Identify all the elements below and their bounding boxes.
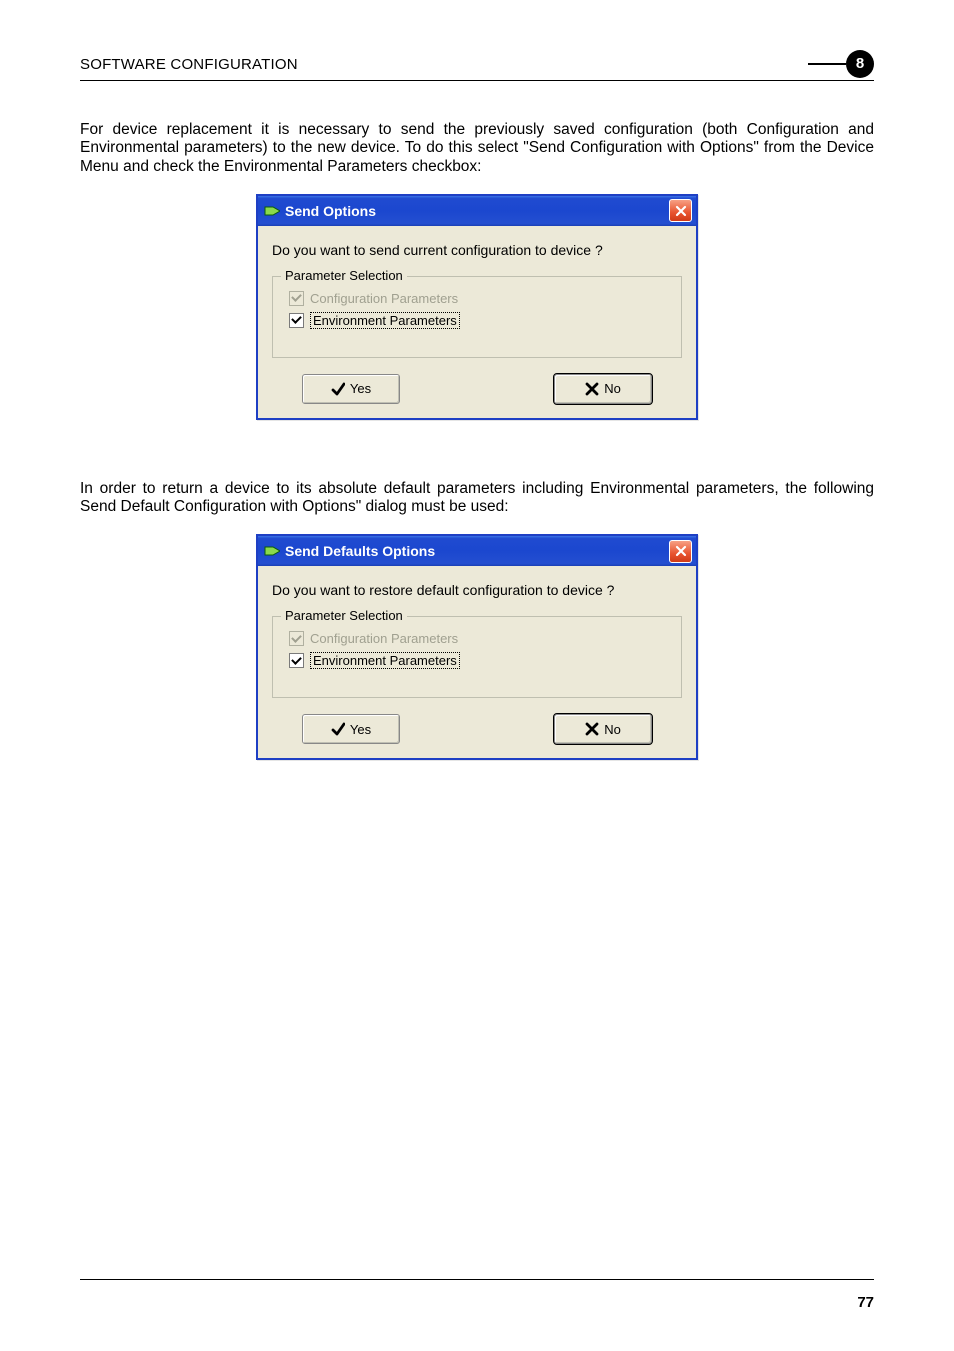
config-parameters-checkbox-row: Configuration Parameters xyxy=(289,291,671,306)
cross-icon xyxy=(585,722,599,736)
dialog1-buttons: Yes No xyxy=(272,374,682,404)
environment-parameters-checkbox[interactable] xyxy=(289,653,304,668)
group-legend: Parameter Selection xyxy=(281,608,407,623)
close-icon xyxy=(675,545,687,557)
no-button[interactable]: No xyxy=(554,374,652,404)
document-page: SOFTWARE CONFIGURATION 8 For device repl… xyxy=(0,0,954,1351)
yes-label: Yes xyxy=(350,722,371,737)
badge-connector-line xyxy=(808,63,846,65)
group-legend: Parameter Selection xyxy=(281,268,407,283)
checkmark-icon xyxy=(331,382,345,396)
dialog1-title: Send Options xyxy=(285,203,376,219)
page-header: SOFTWARE CONFIGURATION 8 xyxy=(80,50,874,81)
config-parameters-checkbox xyxy=(289,291,304,306)
chapter-number: 8 xyxy=(846,50,874,78)
paragraph-1: For device replacement it is necessary t… xyxy=(80,121,874,176)
page-footer: 77 xyxy=(80,1279,874,1311)
parameter-selection-group: Parameter Selection Configuration Parame… xyxy=(272,276,682,358)
yes-button[interactable]: Yes xyxy=(302,714,400,744)
checkmark-icon xyxy=(331,722,345,736)
yes-label: Yes xyxy=(350,381,371,396)
dialog2-buttons: Yes No xyxy=(272,714,682,744)
close-button[interactable] xyxy=(669,540,692,563)
close-button[interactable] xyxy=(669,199,692,222)
dialog2-body: Do you want to restore default configura… xyxy=(258,566,696,758)
app-icon xyxy=(264,543,280,559)
cross-icon xyxy=(585,382,599,396)
dialog2-wrap: Send Defaults Options Do you want to res… xyxy=(80,534,874,760)
paragraph-2: In order to return a device to its absol… xyxy=(80,480,874,517)
checkmark-icon xyxy=(291,314,302,325)
dialog1-wrap: Send Options Do you want to send current… xyxy=(80,194,874,420)
dialog1-question: Do you want to send current configuratio… xyxy=(272,242,682,258)
dialog2-question: Do you want to restore default configura… xyxy=(272,582,682,598)
environment-parameters-label: Environment Parameters xyxy=(310,652,460,669)
send-options-dialog: Send Options Do you want to send current… xyxy=(256,194,698,420)
environment-parameters-checkbox-row[interactable]: Environment Parameters xyxy=(289,652,671,669)
dialog1-title-left: Send Options xyxy=(264,203,376,219)
dialog1-titlebar[interactable]: Send Options xyxy=(258,196,696,226)
close-icon xyxy=(675,205,687,217)
checkmark-icon xyxy=(291,632,302,643)
parameter-selection-group: Parameter Selection Configuration Parame… xyxy=(272,616,682,698)
no-label: No xyxy=(604,722,621,737)
dialog1-body: Do you want to send current configuratio… xyxy=(258,226,696,418)
yes-button[interactable]: Yes xyxy=(302,374,400,404)
app-icon xyxy=(264,203,280,219)
config-parameters-label: Configuration Parameters xyxy=(310,631,458,646)
send-defaults-options-dialog: Send Defaults Options Do you want to res… xyxy=(256,534,698,760)
page-number: 77 xyxy=(857,1294,874,1311)
dialog2-title: Send Defaults Options xyxy=(285,543,435,559)
header-title: SOFTWARE CONFIGURATION xyxy=(80,56,298,73)
environment-parameters-checkbox-row[interactable]: Environment Parameters xyxy=(289,312,671,329)
chapter-badge: 8 xyxy=(814,50,874,78)
dialog2-title-left: Send Defaults Options xyxy=(264,543,435,559)
checkmark-icon xyxy=(291,654,302,665)
checkmark-icon xyxy=(291,292,302,303)
dialog2-titlebar[interactable]: Send Defaults Options xyxy=(258,536,696,566)
config-parameters-checkbox xyxy=(289,631,304,646)
environment-parameters-checkbox[interactable] xyxy=(289,313,304,328)
config-parameters-label: Configuration Parameters xyxy=(310,291,458,306)
no-button[interactable]: No xyxy=(554,714,652,744)
config-parameters-checkbox-row: Configuration Parameters xyxy=(289,631,671,646)
environment-parameters-label: Environment Parameters xyxy=(310,312,460,329)
no-label: No xyxy=(604,381,621,396)
